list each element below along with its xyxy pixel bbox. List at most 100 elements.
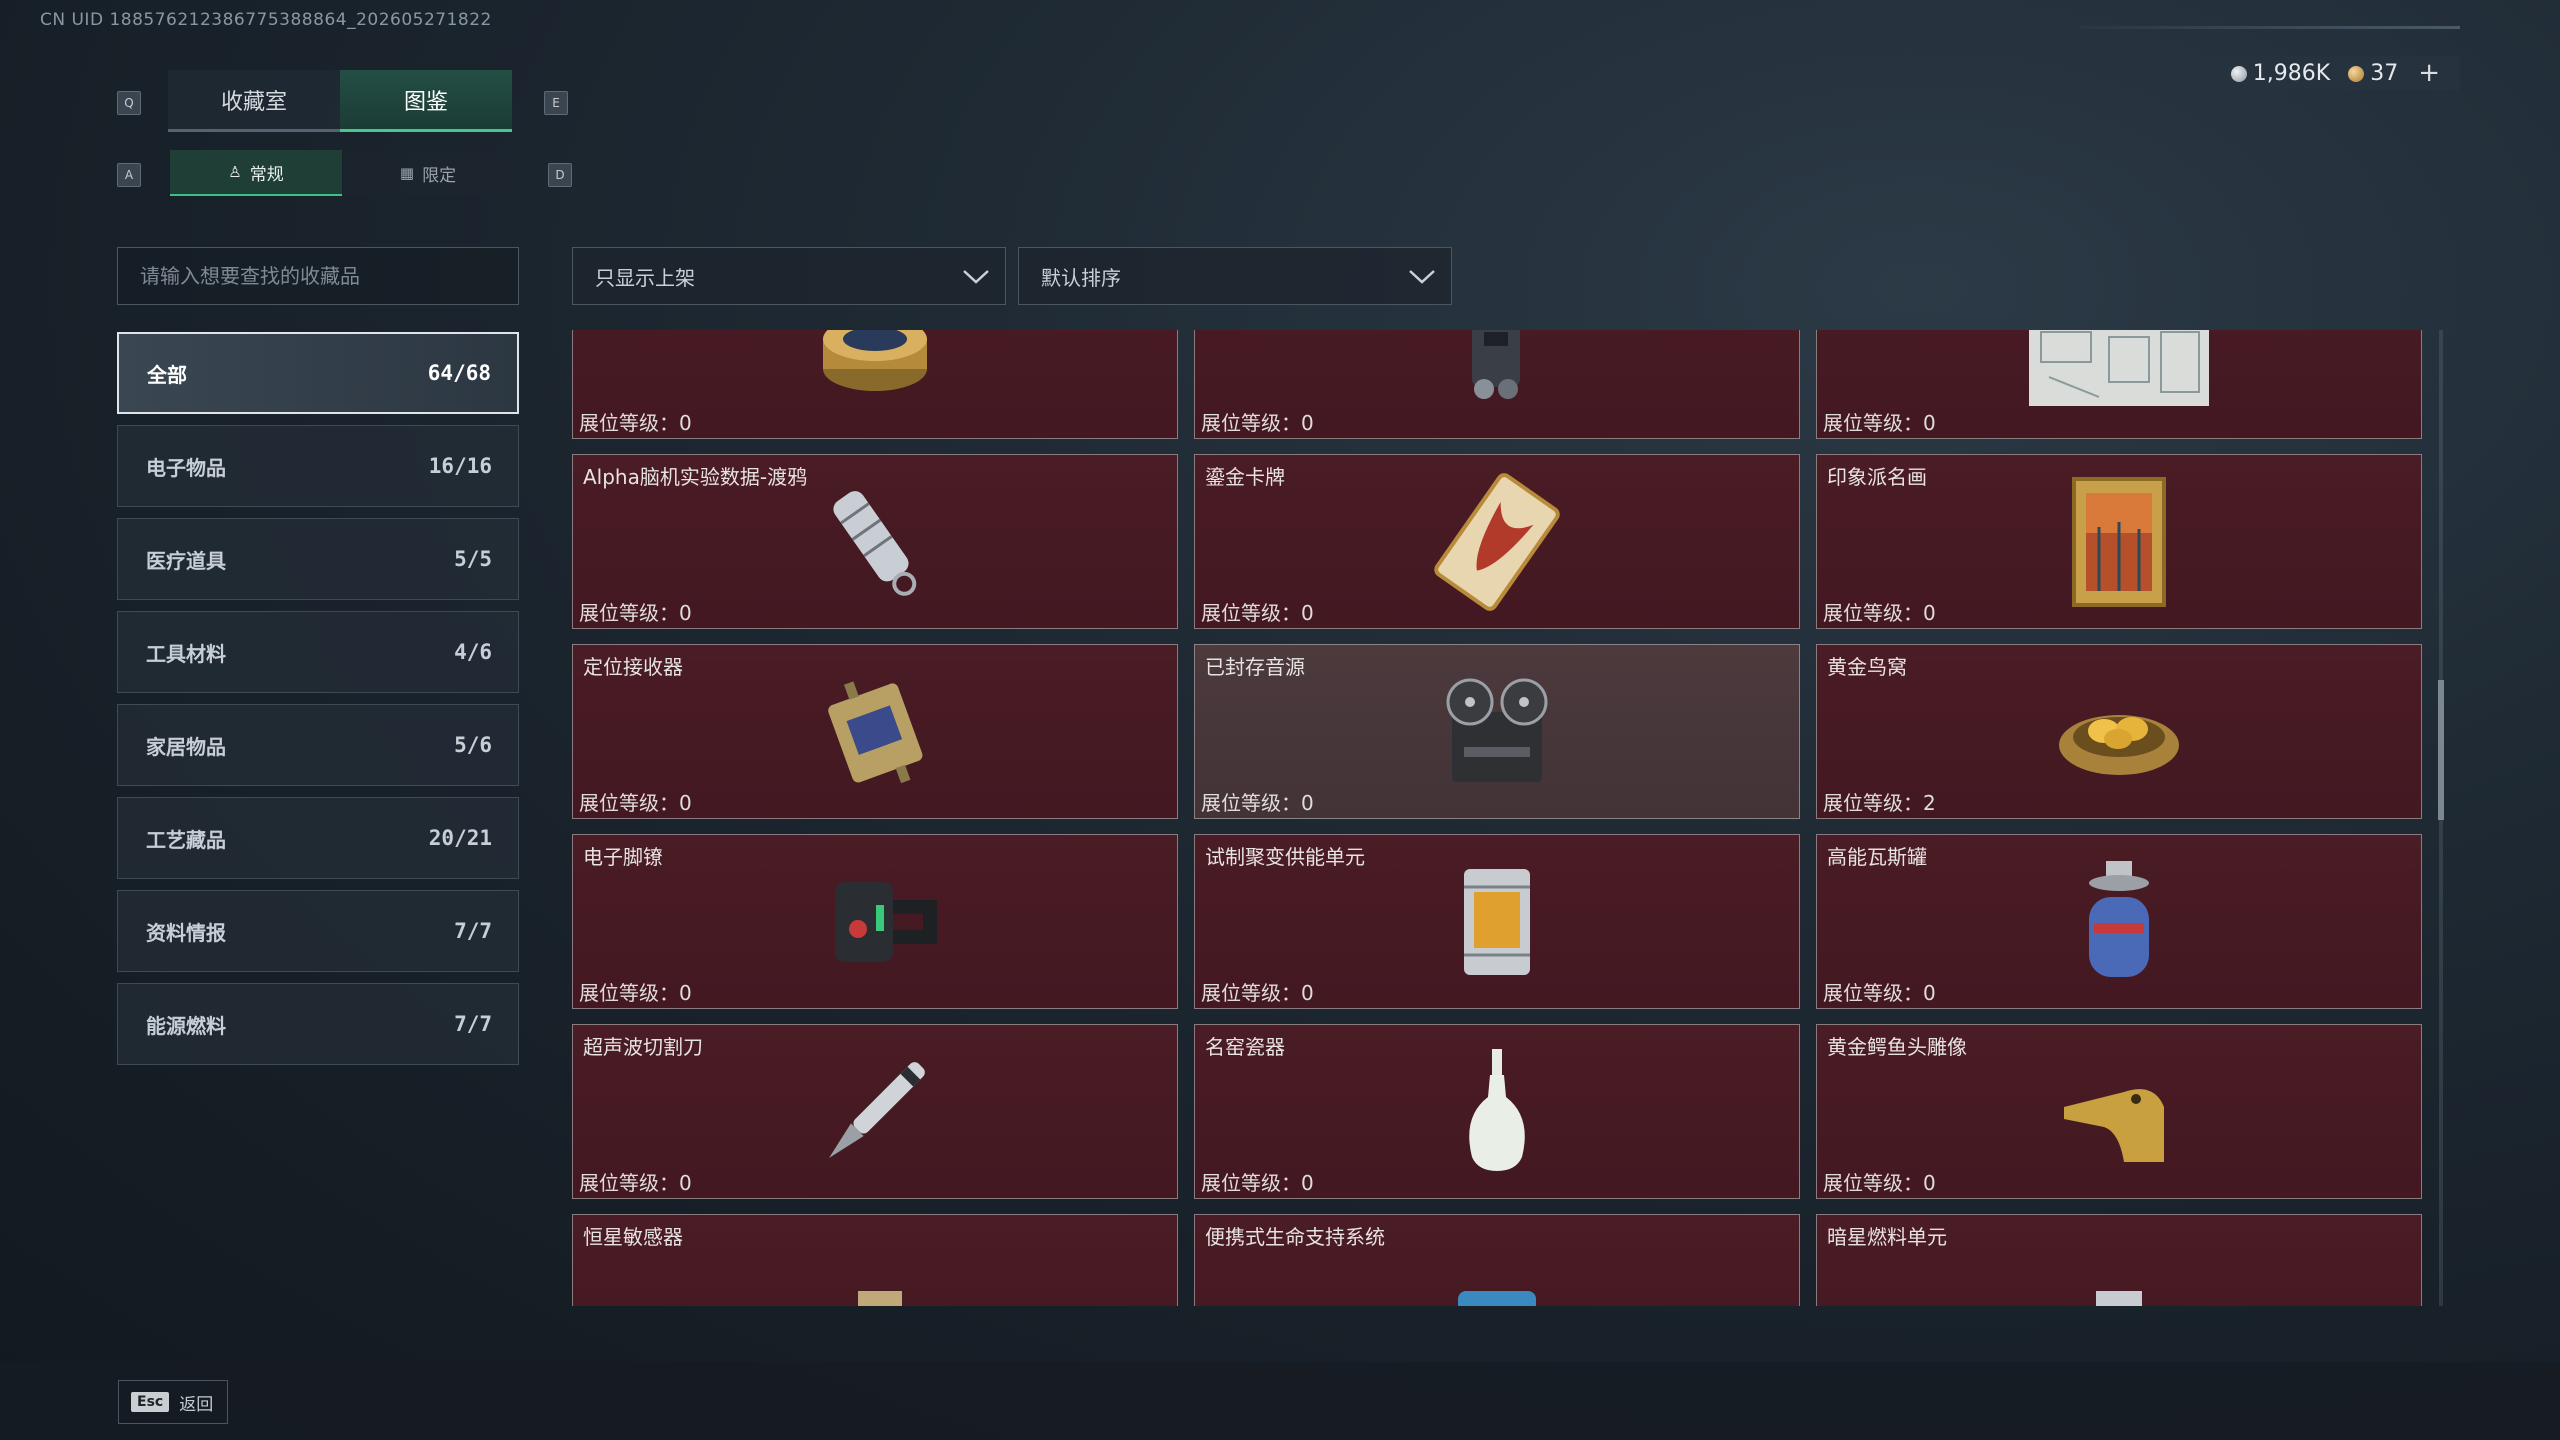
star-sensor-icon bbox=[800, 1261, 950, 1306]
display-level: 展位等级：0 bbox=[579, 981, 692, 1005]
collectible-name: Alpha脑机实验数据-渡鸦 bbox=[583, 465, 808, 489]
category-label: 能源燃料 bbox=[146, 1013, 226, 1038]
silver-amount: 1,986K bbox=[2252, 60, 2331, 86]
collectible-card[interactable]: 试制聚变供能单元 展位等级：0 bbox=[1194, 834, 1800, 1009]
category-count: 64/68 bbox=[427, 361, 491, 385]
collectible-name: 便携式生命支持系统 bbox=[1205, 1225, 1385, 1249]
reel-recorder-icon bbox=[1422, 657, 1572, 807]
caviar-tin-icon bbox=[800, 330, 950, 427]
silver-coin-icon bbox=[2230, 65, 2247, 82]
collectible-grid: 展位等级：0 展位等级：0 展位等级：0 Alpha脑机实验数据-渡鸦 展位等级… bbox=[572, 330, 2434, 1306]
key-hint-next-subtab: D bbox=[548, 163, 572, 187]
category-label: 电子物品 bbox=[146, 455, 226, 480]
category-crafts[interactable]: 工艺藏品 20/21 bbox=[117, 797, 519, 879]
silver-currency: 1,986K bbox=[2230, 60, 2331, 86]
add-currency-button[interactable]: + bbox=[2418, 58, 2440, 88]
shelf-filter-dropdown[interactable]: 只显示上架 bbox=[572, 247, 1006, 305]
collectible-name: 高能瓦斯罐 bbox=[1827, 845, 1927, 869]
collectible-card[interactable]: 超声波切割刀 展位等级：0 bbox=[572, 1024, 1178, 1199]
search-input[interactable] bbox=[117, 247, 519, 305]
top-decoration bbox=[2080, 26, 2460, 29]
display-level: 展位等级：0 bbox=[1201, 791, 1314, 815]
category-medical[interactable]: 医疗道具 5/5 bbox=[117, 518, 519, 600]
receiver-icon bbox=[800, 657, 950, 807]
category-count: 4/6 bbox=[454, 640, 492, 664]
collectible-card[interactable]: 电子脚镣 展位等级：0 bbox=[572, 834, 1178, 1009]
collectible-card[interactable]: 名窑瓷器 展位等级：0 bbox=[1194, 1024, 1800, 1199]
category-intel[interactable]: 资料情报 7/7 bbox=[117, 890, 519, 972]
main-tabs: 收藏室 图鉴 bbox=[168, 70, 512, 132]
collectible-name: 黄金鸟窝 bbox=[1827, 655, 1907, 679]
category-all[interactable]: 全部 64/68 bbox=[117, 332, 519, 414]
back-label: 返回 bbox=[179, 1394, 214, 1415]
category-label: 资料情报 bbox=[146, 920, 226, 945]
blueprint-map-icon bbox=[2029, 330, 2209, 427]
category-label: 全部 bbox=[147, 362, 187, 387]
category-electronics[interactable]: 电子物品 16/16 bbox=[117, 425, 519, 507]
collectible-name: 已封存音源 bbox=[1205, 655, 1305, 679]
tab-label: 图鉴 bbox=[403, 89, 448, 115]
subtab-regular[interactable]: ♙ 常规 bbox=[170, 150, 342, 196]
scrollbar-thumb[interactable] bbox=[2438, 680, 2444, 820]
device-icon bbox=[1422, 330, 1572, 427]
collectible-card[interactable]: Alpha脑机实验数据-渡鸦 展位等级：0 bbox=[572, 454, 1178, 629]
collectible-card[interactable]: 恒星敏感器 bbox=[572, 1214, 1178, 1306]
ankle-monitor-icon bbox=[800, 847, 950, 997]
category-household[interactable]: 家居物品 5/6 bbox=[117, 704, 519, 786]
category-count: 16/16 bbox=[428, 454, 492, 478]
collectible-card[interactable]: 黄金鸟窝 展位等级：2 bbox=[1816, 644, 2422, 819]
image-icon: ▦ bbox=[399, 164, 415, 182]
back-button[interactable]: Esc 返回 bbox=[118, 1380, 229, 1424]
collectible-name: 名窑瓷器 bbox=[1205, 1035, 1285, 1059]
uid-label: CN UID 188576212386775388864_20260527182… bbox=[40, 10, 492, 30]
bottle-icon: ♙ bbox=[228, 163, 242, 181]
tab-label: 收藏室 bbox=[220, 89, 287, 115]
collectible-card[interactable]: 暗星燃料单元 bbox=[1816, 1214, 2422, 1306]
collectible-card[interactable]: 高能瓦斯罐 展位等级：0 bbox=[1816, 834, 2422, 1009]
collectible-card[interactable]: 鎏金卡牌 展位等级：0 bbox=[1194, 454, 1800, 629]
key-hint-prev-subtab: A bbox=[117, 163, 141, 187]
gold-coin-icon bbox=[2348, 65, 2365, 82]
category-energy[interactable]: 能源燃料 7/7 bbox=[117, 983, 519, 1065]
subtab-limited[interactable]: ▦ 限定 bbox=[342, 150, 514, 196]
category-count: 20/21 bbox=[428, 826, 492, 850]
category-label: 工具材料 bbox=[146, 641, 226, 666]
collectible-card[interactable]: 展位等级：0 bbox=[572, 330, 1178, 439]
currency-bar: 1,986K 37 + bbox=[2190, 56, 2460, 90]
collectible-card[interactable]: 便携式生命支持系统 bbox=[1194, 1214, 1800, 1306]
collectible-card[interactable]: 黄金鳄鱼头雕像 展位等级：0 bbox=[1816, 1024, 2422, 1199]
sort-dropdown[interactable]: 默认排序 bbox=[1018, 247, 1452, 305]
framed-painting-icon bbox=[2044, 467, 2194, 617]
category-count: 7/7 bbox=[454, 919, 492, 943]
collectible-name: 试制聚变供能单元 bbox=[1205, 845, 1365, 869]
subtab-label: 限定 bbox=[422, 165, 457, 186]
collectible-card[interactable]: 展位等级：0 bbox=[1194, 330, 1800, 439]
golden-nest-icon bbox=[2044, 657, 2194, 807]
display-level: 展位等级：0 bbox=[1201, 1171, 1314, 1195]
gas-canister-icon bbox=[2044, 847, 2194, 997]
category-tools[interactable]: 工具材料 4/6 bbox=[117, 611, 519, 693]
chevron-down-icon bbox=[1409, 270, 1435, 284]
collectible-name: 鎏金卡牌 bbox=[1205, 465, 1285, 489]
display-level: 展位等级：0 bbox=[1823, 981, 1936, 1005]
collectible-name: 超声波切割刀 bbox=[583, 1035, 703, 1059]
porcelain-vase-icon bbox=[1422, 1037, 1572, 1187]
dropdown-value: 默认排序 bbox=[1041, 265, 1121, 290]
collectible-card[interactable]: 定位接收器 展位等级：0 bbox=[572, 644, 1178, 819]
gold-currency: 37 bbox=[2348, 61, 2398, 86]
display-level: 展位等级：0 bbox=[579, 1171, 692, 1195]
display-level: 展位等级：0 bbox=[1201, 981, 1314, 1005]
data-capsule-icon bbox=[800, 467, 950, 617]
display-level: 展位等级：0 bbox=[1823, 1171, 1936, 1195]
dropdown-value: 只显示上架 bbox=[595, 265, 695, 290]
gold-croc-statue-icon bbox=[2044, 1037, 2194, 1187]
tab-codex[interactable]: 图鉴 bbox=[340, 70, 512, 132]
category-label: 医疗道具 bbox=[146, 548, 226, 573]
collectible-name: 暗星燃料单元 bbox=[1827, 1225, 1947, 1249]
esc-key-hint: Esc bbox=[131, 1392, 170, 1412]
collectible-card[interactable]: 印象派名画 展位等级：0 bbox=[1816, 454, 2422, 629]
collectible-card[interactable]: 展位等级：0 bbox=[1816, 330, 2422, 439]
category-label: 家居物品 bbox=[146, 734, 226, 759]
collectible-card[interactable]: 已封存音源 展位等级：0 bbox=[1194, 644, 1800, 819]
tab-collection-room[interactable]: 收藏室 bbox=[168, 70, 340, 132]
